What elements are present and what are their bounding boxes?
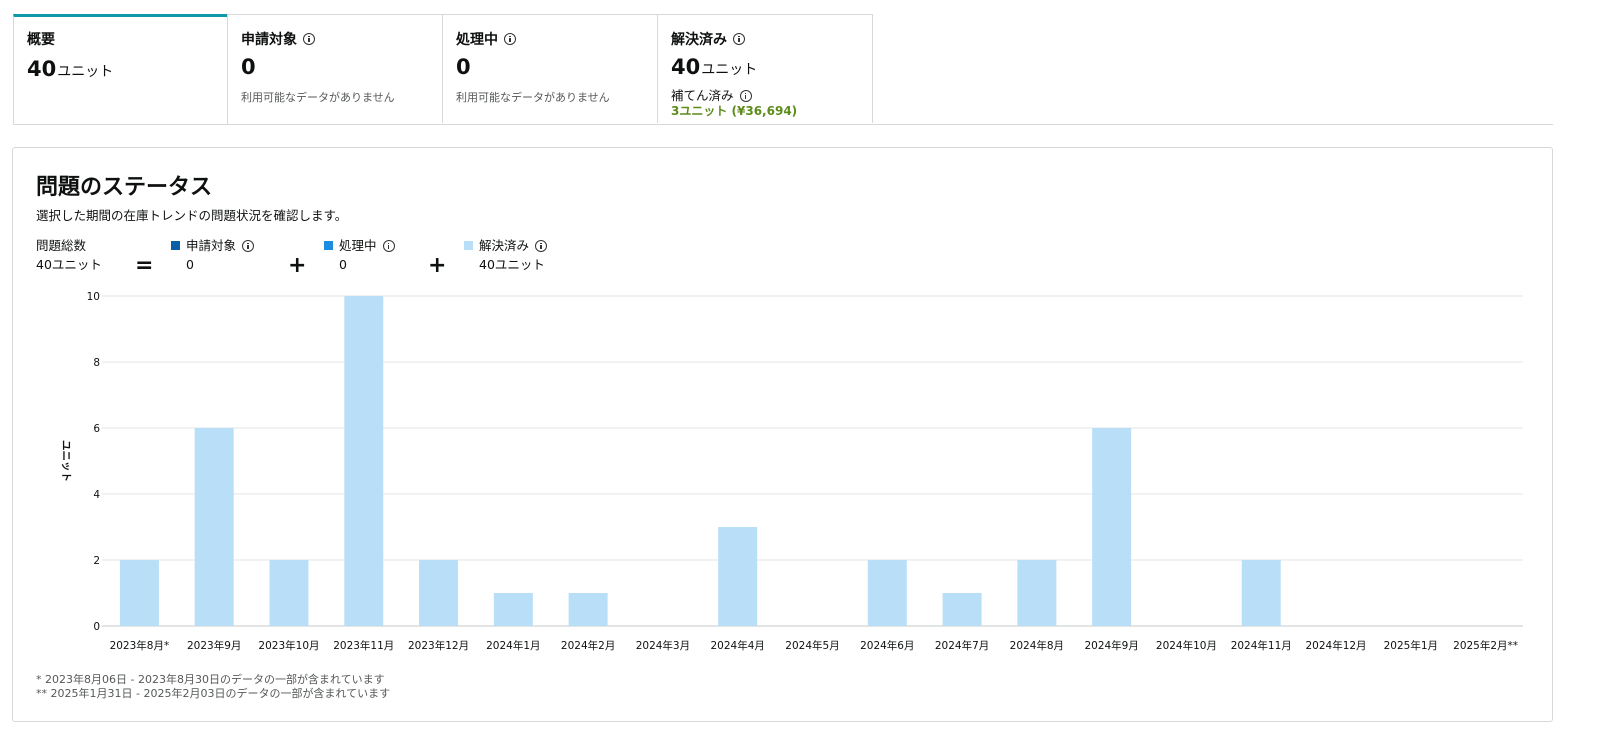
reimbursed-value: 3ユニット (¥36,694) — [671, 104, 798, 118]
x-tick-label: 2024年3月 — [636, 639, 690, 652]
tab-in-progress-value: 0 — [456, 55, 471, 79]
x-tick-label: 2023年8月* — [110, 639, 170, 652]
y-tick-label: 6 — [93, 423, 100, 435]
tab-in-progress[interactable]: 処理中 0 利用可能なデータがありません — [442, 14, 658, 123]
y-tick-label: 4 — [93, 489, 100, 501]
tab-overview-number: 40 — [27, 57, 57, 81]
tab-resolved[interactable]: 解決済み 40ユニット 補てん済み 3ユニット (¥36,694) — [657, 14, 873, 123]
bar — [493, 593, 533, 626]
x-tick-label: 2024年9月 — [1084, 639, 1138, 652]
x-tick-label: 2023年9月 — [187, 639, 241, 652]
y-tick-label: 8 — [93, 357, 100, 369]
bar — [419, 560, 459, 626]
reimbursed-label: 補てん済み — [671, 88, 734, 103]
info-icon[interactable] — [733, 33, 745, 45]
bar — [942, 593, 982, 626]
issue-status-panel: 問題のステータス 選択した期間の在庫トレンドの問題状況を確認します。 問題総数 … — [12, 147, 1553, 722]
x-tick-label: 2023年12月 — [408, 639, 469, 652]
footnote-second: ** 2025年1月31日 - 2025年2月03日のデータの一部が含まれていま… — [36, 687, 391, 700]
x-tick-label: 2025年2月** — [1453, 639, 1518, 652]
tab-resolved-value: 40ユニット — [671, 55, 757, 79]
bar — [269, 560, 309, 626]
bar — [867, 560, 907, 626]
y-tick-label: 10 — [87, 291, 100, 303]
bar — [1092, 428, 1132, 626]
x-tick-label: 2024年11月 — [1231, 639, 1292, 652]
tab-overview-label: 概要 — [27, 32, 55, 48]
x-tick-label: 2024年7月 — [935, 639, 989, 652]
tab-eligible-number: 0 — [241, 55, 256, 79]
bar — [344, 296, 384, 626]
tab-eligible-value: 0 — [241, 55, 256, 79]
x-tick-label: 2024年10月 — [1156, 639, 1217, 652]
tab-eligible-label: 申請対象 — [241, 32, 297, 48]
bar — [119, 560, 159, 626]
tab-overview-unit: ユニット — [57, 64, 114, 80]
tab-resolved-unit: ユニット — [701, 62, 758, 78]
tab-in-progress-label-row: 処理中 — [456, 29, 516, 49]
x-tick-label: 2023年11月 — [333, 639, 394, 652]
tab-resolved-label-row: 解決済み — [671, 29, 745, 49]
tab-in-progress-number: 0 — [456, 55, 471, 79]
x-tick-label: 2024年6月 — [860, 639, 914, 652]
y-axis-title: ユニット — [60, 440, 72, 482]
tab-overview[interactable]: 概要 40ユニット — [13, 14, 228, 124]
tab-resolved-label: 解決済み — [671, 32, 727, 48]
tab-in-progress-label: 処理中 — [456, 32, 498, 48]
x-tick-label: 2024年12月 — [1305, 639, 1366, 652]
tab-resolved-number: 40 — [671, 55, 701, 79]
info-icon[interactable] — [739, 89, 752, 102]
info-icon[interactable] — [504, 33, 516, 45]
tab-in-progress-note: 利用可能なデータがありません — [456, 91, 610, 104]
x-tick-label: 2024年4月 — [711, 639, 765, 652]
x-tick-label: 2024年8月 — [1010, 639, 1064, 652]
bar — [568, 593, 608, 626]
bar — [1241, 560, 1281, 626]
y-tick-label: 2 — [93, 555, 100, 567]
bar — [1017, 560, 1057, 626]
tab-overview-value: 40ユニット — [27, 57, 113, 81]
y-tick-label: 0 — [93, 621, 100, 633]
tab-eligible[interactable]: 申請対象 0 利用可能なデータがありません — [227, 14, 443, 123]
x-tick-label: 2023年10月 — [258, 639, 319, 652]
tab-eligible-note: 利用可能なデータがありません — [241, 91, 395, 104]
info-icon[interactable] — [303, 33, 315, 45]
summary-tabs: 概要 40ユニット 申請対象 0 利用可能なデータがありません 処理中 0 利用… — [13, 14, 1553, 125]
tab-eligible-label-row: 申請対象 — [241, 29, 315, 49]
x-tick-label: 2025年1月 — [1384, 639, 1438, 652]
bar — [718, 527, 758, 626]
bar — [194, 428, 234, 626]
x-tick-label: 2024年2月 — [561, 639, 615, 652]
x-tick-label: 2024年5月 — [785, 639, 839, 652]
issue-status-chart: 0 2 4 6 8 10 ユニット 2023年8月* 2023年9月 2023年10月 2023年1… — [60, 291, 1523, 652]
x-tick-label: 2024年1月 — [486, 639, 540, 652]
